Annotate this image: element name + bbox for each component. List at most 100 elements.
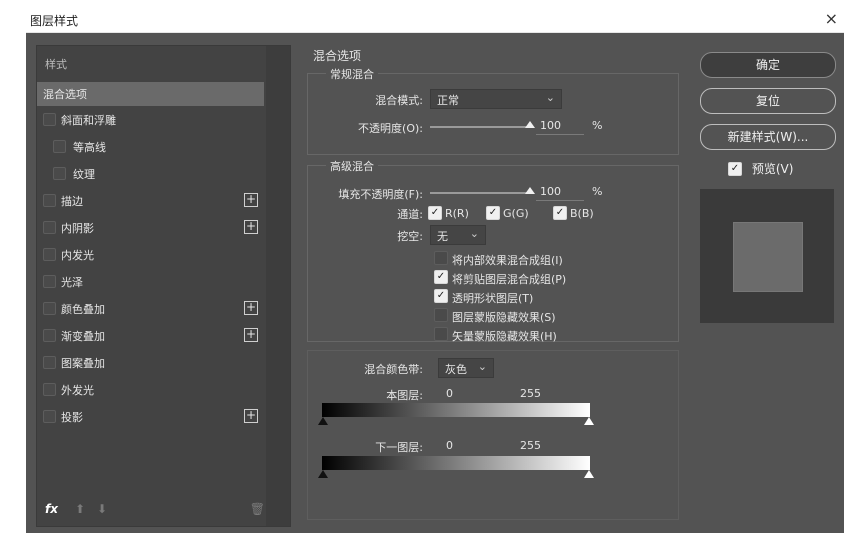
blend-mode-value: 正常 [437, 94, 459, 107]
fill-opacity-value[interactable]: 100 [540, 185, 561, 198]
style-item-bevel-emboss[interactable]: 斜面和浮雕 [37, 108, 264, 132]
knockout-select[interactable]: 无 ⌄ [430, 225, 486, 245]
style-item-color-overlay[interactable]: 颜色叠加 + [37, 297, 264, 321]
underlying-layer-max: 255 [520, 439, 541, 452]
opacity-slider[interactable] [430, 121, 535, 128]
channel-g-label: G(G) [503, 207, 529, 220]
reset-button[interactable]: 复位 [700, 88, 836, 114]
arrow-up-icon[interactable]: ⬆ [75, 502, 85, 516]
fill-opacity-slider-knob[interactable] [525, 187, 535, 194]
style-item-texture[interactable]: 纹理 [37, 162, 264, 186]
underlying-layer-black-slider[interactable] [318, 470, 328, 478]
add-stroke-icon[interactable]: + [244, 193, 258, 207]
chevron-down-icon: ⌄ [469, 227, 479, 240]
contour-checkbox[interactable] [53, 140, 66, 153]
this-layer-white-slider[interactable] [584, 417, 594, 425]
trash-icon[interactable]: 🗑 [250, 502, 265, 516]
blend-if-value: 灰色 [445, 363, 467, 376]
style-item-label: 斜面和浮雕 [61, 114, 116, 127]
style-item-contour[interactable]: 等高线 [37, 135, 264, 159]
vector-mask-hides-checkbox[interactable] [434, 327, 448, 341]
channel-g-checkbox[interactable]: ✓ [486, 206, 500, 220]
blend-if-select[interactable]: 灰色 ⌄ [438, 358, 494, 378]
layer-mask-hides-label: 图层蒙版隐藏效果(S) [452, 311, 556, 324]
style-item-label: 内阴影 [61, 222, 94, 235]
style-item-label: 外发光 [61, 384, 94, 397]
transparency-shapes-label: 透明形状图层(T) [452, 292, 534, 305]
opacity-value[interactable]: 100 [540, 119, 561, 132]
this-layer-black-slider[interactable] [318, 417, 328, 425]
outer-glow-checkbox[interactable] [43, 383, 56, 396]
this-layer-min: 0 [446, 387, 453, 400]
blending-options-panel: 混合选项 常规混合 混合模式: 正常 ⌄ 不透明度(O): 100 % 高级混合… [299, 45, 684, 525]
style-item-label: 颜色叠加 [61, 303, 105, 316]
this-layer-max: 255 [520, 387, 541, 400]
add-gradient-overlay-icon[interactable]: + [244, 328, 258, 342]
general-blending-label: 常规混合 [326, 66, 378, 82]
layer-mask-hides-checkbox[interactable] [434, 308, 448, 322]
fill-opacity-slider[interactable] [430, 187, 535, 194]
styles-scrollbar[interactable] [266, 46, 290, 526]
this-layer-label: 本图层: [386, 389, 423, 402]
chevron-down-icon: ⌄ [477, 360, 487, 373]
fx-icon[interactable]: fx [45, 502, 58, 516]
transparency-shapes-checkbox[interactable]: ✓ [434, 289, 448, 303]
blend-mode-label: 混合模式: [375, 94, 423, 107]
ok-button[interactable]: 确定 [700, 52, 836, 78]
preview-label: 预览(V) [751, 162, 794, 176]
opacity-slider-knob[interactable] [525, 121, 535, 128]
styles-list-panel: 样式 混合选项 斜面和浮雕 等高线 纹理 描边 + 内阴影 + 内发光 光泽 颜… [36, 45, 291, 527]
inner-shadow-checkbox[interactable] [43, 221, 56, 234]
blend-if-label: 混合颜色带: [364, 363, 423, 376]
channel-b-checkbox[interactable]: ✓ [553, 206, 567, 220]
fill-opacity-unit: % [592, 185, 603, 198]
style-item-inner-glow[interactable]: 内发光 [37, 243, 264, 267]
fill-opacity-field-underline [536, 200, 584, 201]
general-blending-group: 常规混合 混合模式: 正常 ⌄ 不透明度(O): 100 % [307, 66, 679, 155]
preview-checkbox[interactable]: ✓ [728, 161, 742, 176]
this-layer-gradient [322, 403, 590, 417]
underlying-layer-white-slider[interactable] [584, 470, 594, 478]
fill-opacity-label: 填充不透明度(F): [338, 188, 423, 201]
opacity-label: 不透明度(O): [358, 122, 423, 135]
texture-checkbox[interactable] [53, 167, 66, 180]
style-item-pattern-overlay[interactable]: 图案叠加 [37, 351, 264, 375]
bevel-emboss-checkbox[interactable] [43, 113, 56, 126]
chevron-down-icon: ⌄ [545, 91, 555, 104]
style-item-blending-options[interactable]: 混合选项 [37, 82, 264, 106]
stroke-checkbox[interactable] [43, 194, 56, 207]
styles-list: 样式 混合选项 斜面和浮雕 等高线 纹理 描边 + 内阴影 + 内发光 光泽 颜… [37, 46, 265, 526]
layer-style-dialog: 样式 混合选项 斜面和浮雕 等高线 纹理 描边 + 内阴影 + 内发光 光泽 颜… [26, 33, 844, 533]
new-style-button[interactable]: 新建样式(W)... [700, 124, 836, 150]
blend-interior-effects-checkbox[interactable] [434, 251, 448, 265]
drop-shadow-checkbox[interactable] [43, 410, 56, 423]
styles-toolbar: fx ⬆ ⬇ 🗑 [45, 502, 265, 518]
close-icon[interactable]: × [825, 10, 838, 28]
style-item-label: 投影 [61, 411, 83, 424]
underlying-layer-min: 0 [446, 439, 453, 452]
arrow-down-icon[interactable]: ⬇ [97, 502, 107, 516]
style-item-satin[interactable]: 光泽 [37, 270, 264, 294]
blend-mode-select[interactable]: 正常 ⌄ [430, 89, 562, 109]
blend-interior-effects-label: 将内部效果混合成组(I) [452, 254, 563, 267]
color-overlay-checkbox[interactable] [43, 302, 56, 315]
style-item-drop-shadow[interactable]: 投影 + [37, 405, 264, 429]
channel-r-checkbox[interactable]: ✓ [428, 206, 442, 220]
opacity-field-underline [536, 134, 584, 135]
blend-if-group: 混合颜色带: 灰色 ⌄ 本图层: 0 255 下一图层: 0 255 [307, 350, 679, 520]
add-drop-shadow-icon[interactable]: + [244, 409, 258, 423]
satin-checkbox[interactable] [43, 275, 56, 288]
style-item-gradient-overlay[interactable]: 渐变叠加 + [37, 324, 264, 348]
inner-glow-checkbox[interactable] [43, 248, 56, 261]
style-item-stroke[interactable]: 描边 + [37, 189, 264, 213]
add-color-overlay-icon[interactable]: + [244, 301, 258, 315]
style-item-outer-glow[interactable]: 外发光 [37, 378, 264, 402]
pattern-overlay-checkbox[interactable] [43, 356, 56, 369]
add-inner-shadow-icon[interactable]: + [244, 220, 258, 234]
style-item-inner-shadow[interactable]: 内阴影 + [37, 216, 264, 240]
blend-clipped-layers-checkbox[interactable]: ✓ [434, 270, 448, 284]
vector-mask-hides-label: 矢量蒙版隐藏效果(H) [452, 330, 557, 343]
preview-toggle[interactable]: ✓ 预览(V) [728, 160, 793, 177]
style-item-label: 等高线 [73, 141, 106, 154]
gradient-overlay-checkbox[interactable] [43, 329, 56, 342]
